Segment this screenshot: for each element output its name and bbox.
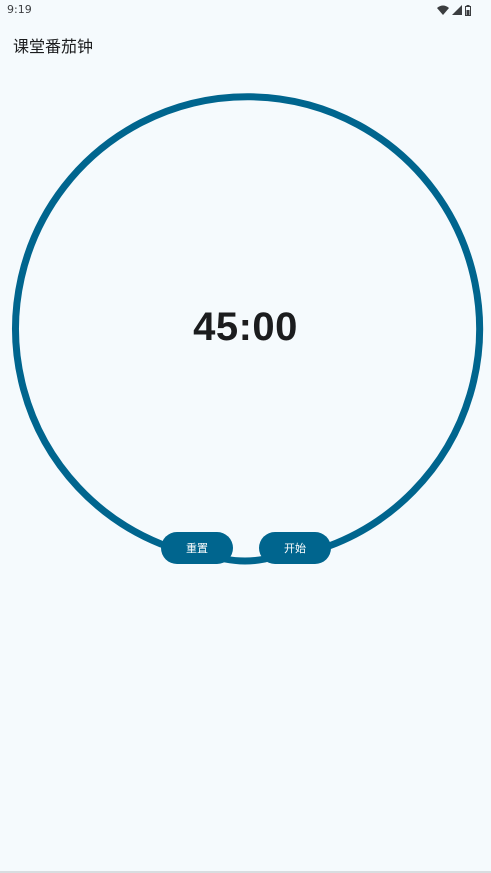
- timer-display: 45:00: [193, 305, 298, 349]
- reset-button[interactable]: 重置: [161, 532, 233, 564]
- start-button[interactable]: 开始: [259, 532, 331, 564]
- timer-ring: [12, 93, 484, 565]
- timer-ring-bottom: [221, 555, 269, 565]
